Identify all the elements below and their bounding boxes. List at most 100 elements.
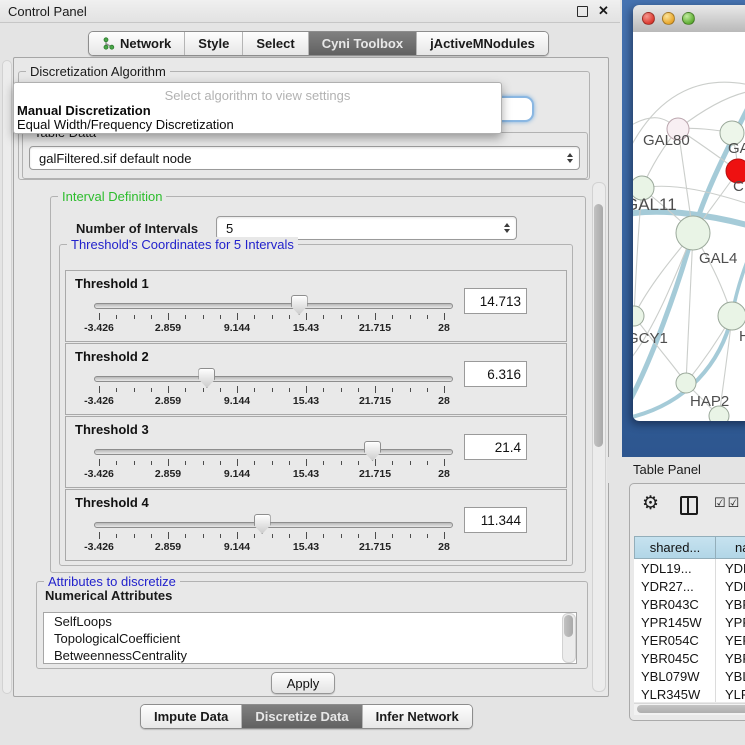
minor-tick: [427, 388, 428, 392]
cell-name[interactable]: YBR0: [720, 597, 745, 612]
minor-tick: [151, 388, 152, 392]
major-tick: [444, 313, 445, 320]
tick-label: 9.144: [209, 395, 265, 407]
cell-shared-name[interactable]: YDR27...: [634, 579, 720, 594]
attribute-item-topologicalcoefficient[interactable]: TopologicalCoefficient: [44, 630, 576, 647]
attr-list-scrollbar[interactable]: [562, 613, 576, 663]
tab-label: Network: [120, 32, 171, 55]
threshold-value-field[interactable]: 21.4: [464, 434, 527, 460]
cell-shared-name[interactable]: YDL19...: [634, 561, 720, 576]
apply-button[interactable]: Apply: [271, 672, 335, 694]
network-node-gal4[interactable]: [676, 216, 710, 250]
thresholds-group: Threshold's Coordinates for 5 Intervals …: [59, 244, 573, 566]
minor-tick: [358, 388, 359, 392]
minor-tick: [392, 534, 393, 538]
cell-shared-name[interactable]: YPR145W: [634, 615, 720, 630]
table-body[interactable]: YDL19...YDL1YDR27...YDR2YBR043CYBR0YPR14…: [634, 559, 745, 702]
tab-discretize-data[interactable]: Discretize Data: [241, 705, 361, 728]
table-panel-title: Table Panel: [633, 462, 701, 477]
slider-thumb[interactable]: [364, 441, 381, 461]
table-row[interactable]: YER054CYER0: [634, 631, 745, 649]
column-checkboxes-icon[interactable]: ☑☑: [714, 495, 741, 511]
cell-shared-name[interactable]: YBL079W: [634, 669, 720, 684]
cell-shared-name[interactable]: YER054C: [634, 633, 720, 648]
major-tick: [168, 459, 169, 466]
table-hscrollbar-track[interactable]: [634, 703, 745, 715]
settings-scrollbar-track[interactable]: [592, 182, 606, 692]
slider-track[interactable]: [94, 449, 453, 455]
cell-name[interactable]: YBL0: [720, 669, 745, 684]
popup-option-equal-width-frequency-discretization[interactable]: Equal Width/Frequency Discretization: [17, 117, 234, 132]
threshold-value-field[interactable]: 11.344: [464, 507, 527, 533]
minimize-traffic-light-icon[interactable]: [662, 12, 675, 25]
network-node-hap2[interactable]: [676, 373, 696, 393]
close-traffic-light-icon[interactable]: [642, 12, 655, 25]
minor-tick: [203, 534, 204, 538]
table-row[interactable]: YDR27...YDR2: [634, 577, 745, 595]
minor-tick: [272, 534, 273, 538]
table-panel-frame: ⚙ ☑☑ shared... na YDL19...YDL1YDR27...YD…: [629, 483, 745, 721]
close-icon[interactable]: ✕: [598, 3, 609, 19]
table-row[interactable]: YPR145WYPR1: [634, 613, 745, 631]
tick-label: 21.715: [347, 322, 403, 334]
cell-name[interactable]: YLR3: [720, 687, 745, 702]
float-window-icon[interactable]: [577, 6, 588, 17]
column-header-name[interactable]: na: [715, 536, 745, 559]
minor-tick: [134, 315, 135, 319]
left-scrollbar[interactable]: [2, 60, 12, 694]
slider-thumb[interactable]: [291, 295, 308, 315]
numerical-attributes-list[interactable]: SelfLoopsTopologicalCoefficientBetweenne…: [43, 612, 577, 664]
tab-network[interactable]: Network: [89, 32, 184, 55]
tab-select[interactable]: Select: [242, 32, 307, 55]
network-canvas[interactable]: GAL80GACGAL11GAL4GCY1HHAP2: [633, 32, 745, 421]
slider-track[interactable]: [94, 303, 453, 309]
table-row[interactable]: YBL079WYBL0: [634, 667, 745, 685]
network-window[interactable]: GAL80GACGAL11GAL4GCY1HHAP2: [633, 5, 745, 421]
table-row[interactable]: YBR043CYBR0: [634, 595, 745, 613]
minor-tick: [392, 315, 393, 319]
attribute-item-betweennesscentrality[interactable]: BetweennessCentrality: [44, 647, 576, 664]
popup-option-manual-discretization[interactable]: Manual Discretization: [17, 103, 151, 118]
table-hscrollbar-thumb[interactable]: [637, 705, 745, 713]
major-tick: [444, 459, 445, 466]
cell-shared-name[interactable]: YBR045C: [634, 651, 720, 666]
cell-name[interactable]: YPR1: [720, 615, 745, 630]
column-header-shared[interactable]: shared...: [634, 536, 716, 559]
tab-cyni-toolbox[interactable]: Cyni Toolbox: [308, 32, 416, 55]
network-window-titlebar[interactable]: [633, 5, 745, 33]
cell-name[interactable]: YBR0: [720, 651, 745, 666]
network-icon: [102, 37, 115, 50]
network-node-h[interactable]: [718, 302, 745, 330]
gear-icon[interactable]: ⚙: [642, 492, 659, 515]
tab-jactivemnodules[interactable]: jActiveMNodules: [416, 32, 548, 55]
cell-name[interactable]: YDR2: [720, 579, 745, 594]
table-row[interactable]: YLR345WYLR3: [634, 685, 745, 702]
table-row[interactable]: YDL19...YDL1: [634, 559, 745, 577]
threshold-value-field[interactable]: 14.713: [464, 288, 527, 314]
minor-tick: [341, 461, 342, 465]
slider-track[interactable]: [94, 522, 453, 528]
zoom-traffic-light-icon[interactable]: [682, 12, 695, 25]
attribute-item-selfloops[interactable]: SelfLoops: [44, 613, 576, 630]
cell-shared-name[interactable]: YLR345W: [634, 687, 720, 702]
threshold-value-field[interactable]: 6.316: [464, 361, 527, 387]
tab-style[interactable]: Style: [184, 32, 242, 55]
split-columns-icon[interactable]: [680, 496, 698, 515]
network-node-gcy1[interactable]: [633, 306, 644, 326]
slider-thumb[interactable]: [254, 514, 271, 534]
minor-tick: [203, 461, 204, 465]
slider-track[interactable]: [94, 376, 453, 382]
tab-infer-network[interactable]: Infer Network: [362, 705, 472, 728]
cell-name[interactable]: YDL1: [720, 561, 745, 576]
table-row[interactable]: YBR045CYBR0: [634, 649, 745, 667]
settings-scrollbar-thumb[interactable]: [594, 204, 603, 447]
cell-name[interactable]: YER0: [720, 633, 745, 648]
slider-thumb[interactable]: [198, 368, 215, 388]
tab-impute-data[interactable]: Impute Data: [141, 705, 241, 728]
tick-label: 15.43: [278, 322, 334, 334]
table-data-combobox[interactable]: galFiltered.sif default node: [29, 146, 580, 170]
cell-shared-name[interactable]: YBR043C: [634, 597, 720, 612]
node-label: GAL80: [643, 132, 690, 149]
minor-tick: [254, 534, 255, 538]
major-tick: [444, 532, 445, 539]
